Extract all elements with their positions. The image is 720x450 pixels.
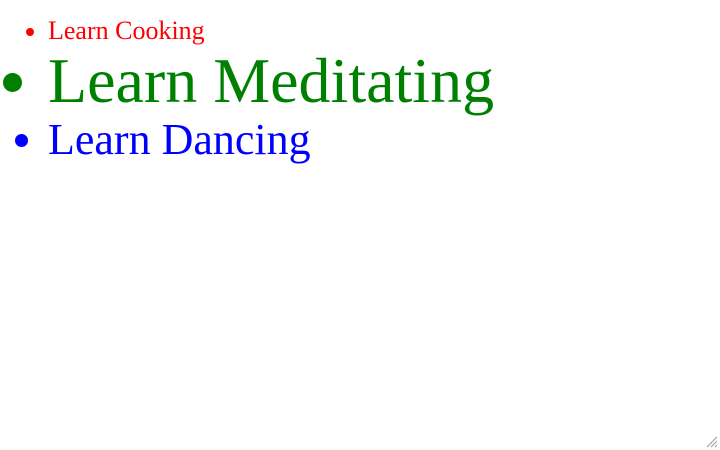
list-item-cooking: Learn Cooking <box>48 16 494 46</box>
resize-handle-icon[interactable] <box>706 436 718 448</box>
list-item-meditating: Learn Meditating <box>48 45 494 116</box>
list-item-dancing: Learn Dancing <box>48 115 494 164</box>
hobby-list: Learn Cooking Learn Meditating Learn Dan… <box>0 16 494 165</box>
